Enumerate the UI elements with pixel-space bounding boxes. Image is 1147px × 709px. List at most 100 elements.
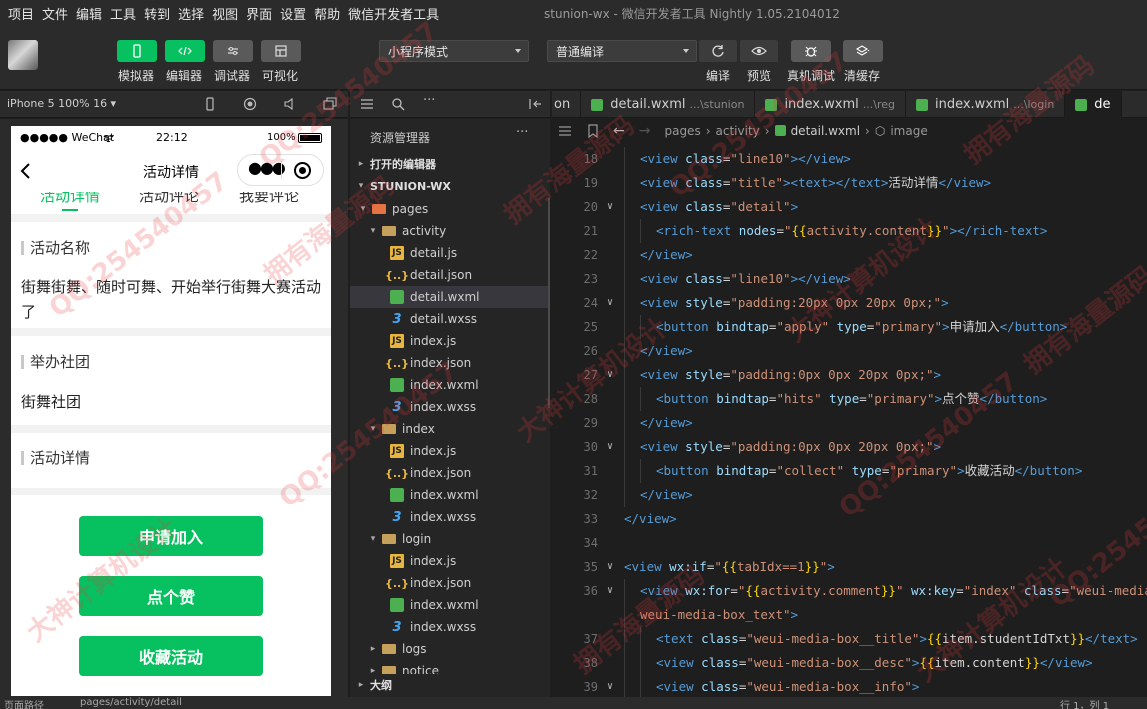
more-icon[interactable]: ··· bbox=[516, 125, 528, 140]
code-editor[interactable]: ← → pages › activity › detail.wxml › ⬡ i… bbox=[552, 119, 1147, 697]
code-line[interactable]: 24 ∨ <view style="padding:20px 0px 20px 0p… bbox=[552, 291, 1147, 315]
fold-toggle-icon[interactable]: ∨ bbox=[607, 579, 613, 603]
clear-cache-button[interactable] bbox=[843, 40, 883, 62]
compile-button[interactable] bbox=[699, 40, 737, 62]
breadcrumb-item[interactable]: detail.wxml bbox=[791, 124, 860, 138]
code-line[interactable]: 34 bbox=[552, 531, 1147, 555]
tree-file[interactable]: 3 index.wxss bbox=[350, 616, 550, 638]
more-icon[interactable]: ··· bbox=[423, 93, 435, 108]
collapse-panel-icon[interactable] bbox=[528, 97, 542, 111]
tree-folder[interactable]: ▾ index bbox=[350, 418, 550, 440]
collect-button[interactable]: 收藏活动 bbox=[79, 636, 263, 676]
simulator-toggle-button[interactable] bbox=[117, 40, 157, 62]
menu-item[interactable]: 设置 bbox=[276, 4, 310, 23]
code-line[interactable]: 21 <rich-text nodes="{{activity.content}}… bbox=[552, 219, 1147, 243]
tree-file[interactable]: 3 index.wxss bbox=[350, 506, 550, 528]
code-line[interactable]: 39 ∨ <view class="weui-media-box__info"> bbox=[552, 675, 1147, 697]
menu-item[interactable]: 界面 bbox=[242, 4, 276, 23]
close-miniprogram-icon[interactable] bbox=[294, 162, 311, 179]
breadcrumb-item[interactable]: image bbox=[890, 124, 927, 138]
cursor-position[interactable]: 行 1，列 1 bbox=[1060, 697, 1109, 709]
code-line[interactable]: 37 <text class="weui-media-box__title">{{… bbox=[552, 627, 1147, 651]
code-line[interactable]: weui-media-box_text"> bbox=[552, 603, 1147, 627]
code-line[interactable]: 32 </view> bbox=[552, 483, 1147, 507]
detach-window-icon[interactable] bbox=[323, 97, 337, 111]
breadcrumb-item[interactable]: activity bbox=[716, 124, 760, 138]
preview-button[interactable] bbox=[740, 40, 778, 62]
menu-item[interactable]: 转到 bbox=[140, 4, 174, 23]
bookmark-icon[interactable] bbox=[587, 123, 599, 138]
code-line[interactable]: 33 </view> bbox=[552, 507, 1147, 531]
code-line[interactable]: 23 <view class="line10"></view> bbox=[552, 267, 1147, 291]
tab-activity-detail[interactable]: 活动详情 bbox=[40, 192, 100, 206]
tree-file[interactable]: 3 index.wxss bbox=[350, 396, 550, 418]
tree-file[interactable]: {..} index.json bbox=[350, 352, 550, 374]
tree-file[interactable]: JS index.js bbox=[350, 550, 550, 572]
tree-folder[interactable]: ▸ logs bbox=[350, 638, 550, 660]
menu-item[interactable]: 帮助 bbox=[310, 4, 344, 23]
fold-toggle-icon[interactable]: ∨ bbox=[607, 291, 613, 315]
editor-toggle-button[interactable] bbox=[165, 40, 205, 62]
visual-toggle-button[interactable] bbox=[261, 40, 301, 62]
back-arrow-icon[interactable]: ← bbox=[613, 123, 625, 139]
record-icon[interactable] bbox=[243, 97, 257, 111]
tab-write-comment[interactable]: 我要评论 bbox=[239, 192, 299, 206]
fold-toggle-icon[interactable]: ∨ bbox=[607, 675, 613, 697]
tree-file[interactable]: index.wxml bbox=[350, 374, 550, 396]
code-line[interactable]: 19 <view class="title"><text></text>活动详情<… bbox=[552, 171, 1147, 195]
menu-item[interactable]: 工具 bbox=[106, 4, 140, 23]
phone-icon[interactable] bbox=[203, 97, 217, 111]
code-line[interactable]: 38 <view class="weui-media-box__desc">{{i… bbox=[552, 651, 1147, 675]
tree-file[interactable]: index.wxml bbox=[350, 484, 550, 506]
fold-toggle-icon[interactable]: ∨ bbox=[607, 363, 613, 387]
list-icon[interactable] bbox=[360, 97, 374, 111]
editor-tab[interactable]: detail.wxml ...\stunion bbox=[581, 91, 756, 118]
tree-file[interactable]: detail.wxml bbox=[350, 286, 550, 308]
menu-item[interactable]: 选择 bbox=[174, 4, 208, 23]
tree-file[interactable]: {..} detail.json bbox=[350, 264, 550, 286]
list-icon[interactable] bbox=[558, 124, 572, 138]
code-line[interactable]: 27 ∨ <view style="padding:0px 0px 20px 0px… bbox=[552, 363, 1147, 387]
menu-item[interactable]: 文件 bbox=[38, 4, 72, 23]
tree-file[interactable]: index.wxml bbox=[350, 594, 550, 616]
forward-arrow-icon[interactable]: → bbox=[639, 123, 651, 139]
tree-file[interactable]: JS index.js bbox=[350, 440, 550, 462]
code-line[interactable]: 18 <view class="line10"></view> bbox=[552, 147, 1147, 171]
tree-folder[interactable]: ▾ login bbox=[350, 528, 550, 550]
fold-toggle-icon[interactable]: ∨ bbox=[607, 435, 613, 459]
code-line[interactable]: 35 ∨ <view wx:if="{{tabIdx==1}}"> bbox=[552, 555, 1147, 579]
code-line[interactable]: 30 ∨ <view style="padding:0px 0px 20px 0px… bbox=[552, 435, 1147, 459]
open-editors-section[interactable]: ▸ 打开的编辑器 bbox=[350, 153, 550, 175]
menu-item[interactable]: 微信开发者工具 bbox=[344, 4, 443, 23]
breadcrumb-item[interactable]: pages bbox=[664, 124, 700, 138]
editor-tab[interactable]: de bbox=[1065, 91, 1122, 118]
page-path[interactable]: pages/activity/detail bbox=[80, 697, 182, 708]
code-line[interactable]: 29 </view> bbox=[552, 411, 1147, 435]
tab-activity-comments[interactable]: 活动评论 bbox=[139, 192, 199, 206]
search-icon[interactable] bbox=[391, 97, 405, 111]
code-line[interactable]: 25 <button bindtap="apply" type="primary"… bbox=[552, 315, 1147, 339]
editor-tab[interactable]: index.wxml ...\reg bbox=[755, 91, 906, 118]
compile-mode-select[interactable]: 普通编译 bbox=[547, 40, 697, 62]
editor-tab[interactable]: index.wxml ...\login bbox=[906, 91, 1066, 118]
tree-folder[interactable]: ▾ pages bbox=[350, 198, 550, 220]
project-section[interactable]: ▾ STUNION-WX bbox=[350, 175, 550, 197]
tree-file[interactable]: {..} index.json bbox=[350, 462, 550, 484]
tree-file[interactable]: JS detail.js bbox=[350, 242, 550, 264]
fold-toggle-icon[interactable]: ∨ bbox=[607, 555, 613, 579]
more-dots-icon[interactable]: ●●● bbox=[248, 158, 286, 177]
code-line[interactable]: 36 ∨ <view wx:for="{{activity.comment}}" w… bbox=[552, 579, 1147, 603]
scrollbar[interactable] bbox=[548, 198, 550, 408]
debugger-toggle-button[interactable] bbox=[213, 40, 253, 62]
code-line[interactable]: 20 ∨ <view class="detail"> bbox=[552, 195, 1147, 219]
apply-button[interactable]: 申请加入 bbox=[79, 516, 263, 556]
editor-tab[interactable]: on bbox=[552, 91, 582, 118]
code-line[interactable]: 31 <button bindtap="collect" type="primar… bbox=[552, 459, 1147, 483]
fold-toggle-icon[interactable]: ∨ bbox=[607, 195, 613, 219]
tree-folder[interactable]: ▾ activity bbox=[350, 220, 550, 242]
menu-item[interactable]: 编辑 bbox=[72, 4, 106, 23]
like-button[interactable]: 点个赞 bbox=[79, 576, 263, 616]
menu-item[interactable]: 视图 bbox=[208, 4, 242, 23]
tree-file[interactable]: {..} index.json bbox=[350, 572, 550, 594]
user-avatar[interactable] bbox=[8, 40, 38, 70]
